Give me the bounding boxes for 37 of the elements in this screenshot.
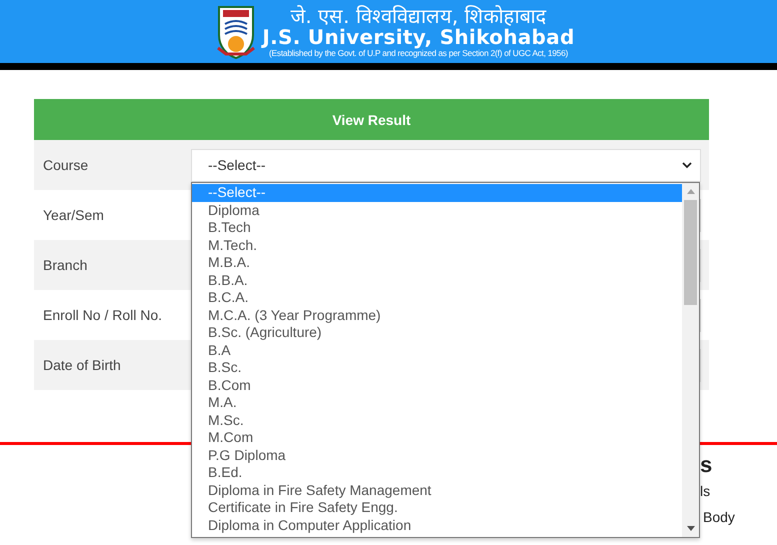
field-label: Course bbox=[42, 157, 90, 173]
dropdown-option[interactable]: B.B.A. bbox=[192, 272, 682, 289]
view-result-header: View Result bbox=[34, 99, 709, 140]
course-select[interactable]: --Select-- bbox=[191, 148, 701, 182]
dropdown-option[interactable]: B.Sc. bbox=[192, 359, 682, 376]
field-label: Date of Birth bbox=[42, 357, 122, 373]
dropdown-option[interactable]: Diploma bbox=[192, 202, 682, 219]
dropdown-option[interactable]: B.Tech bbox=[192, 219, 682, 236]
field-label: Enroll No / Roll No. bbox=[42, 307, 164, 323]
establishment-note: (Established by the Govt. of U.P and recognized as per Section 2(f) of UGC Act, 1956) bbox=[269, 48, 568, 58]
footer-link[interactable]: Body bbox=[703, 504, 777, 530]
caret-icon bbox=[682, 162, 692, 168]
scrollbar[interactable] bbox=[682, 183, 699, 537]
footer-link[interactable]: ls bbox=[700, 478, 777, 504]
dropdown-option[interactable]: B.Sc. (Agriculture) bbox=[192, 324, 682, 342]
dropdown-option[interactable]: Diploma in Fire Safety Management bbox=[192, 482, 682, 499]
dropdown-option[interactable]: M.Sc. bbox=[192, 412, 682, 429]
dropdown-option[interactable]: Diploma in Computer Application bbox=[192, 516, 682, 534]
scroll-down-icon[interactable] bbox=[686, 526, 694, 531]
dropdown-option[interactable]: B.Ed. bbox=[192, 464, 682, 482]
scrollbar-thumb[interactable] bbox=[684, 200, 697, 305]
dropdown-option[interactable]: B.Com bbox=[192, 376, 682, 394]
dropdown-option[interactable]: M.Com bbox=[192, 429, 682, 446]
field-label: Branch bbox=[42, 257, 88, 273]
university-crest-icon[interactable] bbox=[216, 4, 256, 60]
university-name: J.S. University, Shikohabad bbox=[262, 26, 575, 48]
dropdown-option[interactable]: M.B.A. bbox=[192, 254, 682, 272]
dropdown-option[interactable]: Certificate in Fire Safety Engg. bbox=[192, 499, 682, 516]
dropdown-option[interactable]: M.Tech. bbox=[192, 236, 682, 254]
dropdown-option[interactable]: B.A bbox=[192, 342, 682, 359]
dropdown-option[interactable]: P.G Diploma bbox=[192, 446, 682, 464]
dropdown-option[interactable]: M.C.A. (3 Year Programme) bbox=[192, 306, 682, 324]
dropdown-option[interactable]: B.C.A. bbox=[192, 289, 682, 306]
field-label: Year/Sem bbox=[42, 207, 105, 223]
section-heading: s bbox=[700, 452, 714, 478]
university-name-hindi: जे. एस. विश्वविद्यालय, शिकोहाबाद bbox=[290, 4, 547, 26]
dropdown-option[interactable]: M.A. bbox=[192, 394, 682, 412]
